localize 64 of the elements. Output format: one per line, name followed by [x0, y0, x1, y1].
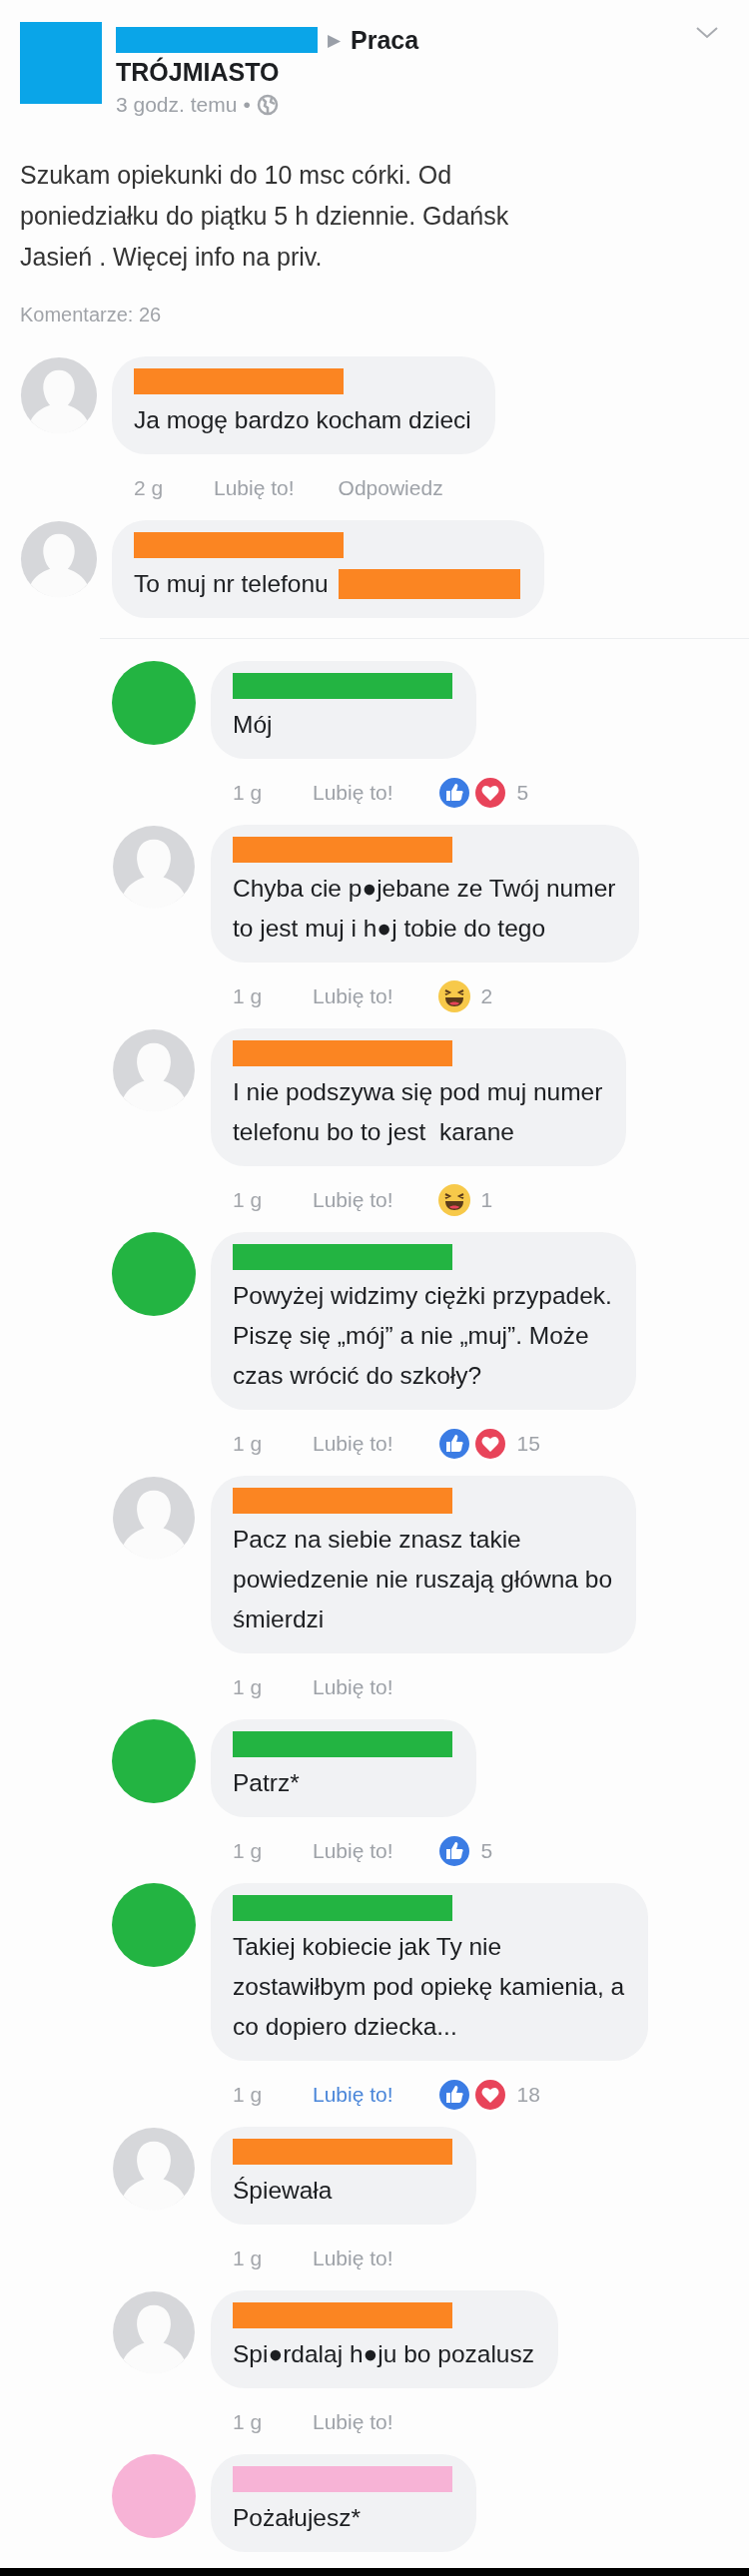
comment-time: 1 g — [233, 2083, 264, 2107]
avatar-icon[interactable] — [112, 825, 196, 909]
reaction-count: 18 — [516, 2083, 540, 2107]
post-text: Szukam opiekunki do 10 msc córki. Od poniedziałku do piątku 5 h dziennie. Gdańsk Jasień . Więcej info na priv. — [20, 160, 510, 273]
post-time: 3 godz. temu — [116, 93, 238, 117]
location-name: TRÓJMIASTO — [116, 58, 281, 87]
comment-text: I nie podszywa się pod muj numer telefonu bo to jest karane — [233, 1077, 603, 1147]
arrow-glyph: ▶ — [328, 29, 341, 51]
like-link[interactable]: Lubię to! — [214, 476, 295, 500]
like-link[interactable]: Lubię to! — [313, 1432, 393, 1456]
avatar-icon[interactable] — [20, 520, 98, 598]
laughing-face-icon[interactable] — [436, 1183, 471, 1217]
like-link[interactable]: Lubię to! — [313, 781, 393, 805]
avatar-icon[interactable] — [112, 1028, 196, 1112]
like-link[interactable]: Lubię to! — [313, 2083, 393, 2107]
comment-time: 1 g — [233, 984, 264, 1008]
like-reaction-icon[interactable] — [436, 1427, 471, 1461]
comment-text: Spi●rdalaj h●ju bo pozalusz — [233, 2339, 534, 2369]
heart-reaction-icon[interactable] — [472, 1427, 507, 1461]
like-reaction-icon[interactable] — [436, 776, 471, 810]
avatar-icon[interactable] — [20, 356, 98, 434]
comment-count[interactable]: Komentarze: 26 — [20, 304, 729, 326]
like-link[interactable]: Lubię to! — [313, 1188, 393, 1212]
avatar-icon[interactable] — [112, 2290, 196, 2374]
like-link[interactable]: Lubię to! — [313, 984, 393, 1008]
heart-reaction-icon[interactable] — [472, 2078, 507, 2112]
avatar-icon[interactable] — [112, 1476, 196, 1560]
comment-text: Pacz na siebie znasz takie powiedzenie nie ruszają główna bo śmierdzi — [233, 1525, 612, 1634]
like-link[interactable]: Lubię to! — [313, 2410, 393, 2434]
comment-time: 1 g — [233, 1675, 264, 1699]
comment-text: Mój — [233, 710, 273, 740]
avatar-icon[interactable] — [112, 2127, 196, 2211]
like-reaction-icon[interactable] — [436, 2078, 471, 2112]
comment-text: To muj nr telefonu — [134, 569, 329, 599]
comment-text: Ja mogę bardzo kocham dzieci — [134, 405, 471, 435]
comment-time: 1 g — [233, 2247, 264, 2270]
globe-icon — [256, 94, 279, 116]
comment-time: 1 g — [233, 2410, 264, 2434]
comment-time: 1 g — [233, 1432, 264, 1456]
comment-time: 1 g — [233, 1188, 264, 1212]
comment-text: Patrz* — [233, 1768, 300, 1798]
like-link[interactable]: Lubię to! — [313, 1675, 393, 1699]
heart-reaction-icon[interactable] — [472, 776, 507, 810]
comment-text: Takiej kobiecie jak Ty nie zostawiłbym pod opiekę kamienia, a co dopiero dziecka... — [233, 1932, 625, 2042]
reply-link[interactable]: Odpowiedz — [338, 476, 443, 500]
comment-text: Powyżej widzimy ciężki przypadek. Piszę się „mój” a nie „muj”. Może czas wrócić do szkoły? — [233, 1281, 612, 1391]
reaction-count: 1 — [480, 1188, 493, 1212]
like-link[interactable]: Lubię to! — [313, 2247, 393, 2270]
comment-time: 1 g — [233, 781, 264, 805]
comment-text: Śpiewała — [233, 2176, 333, 2206]
reaction-count: 2 — [480, 984, 493, 1008]
comment-time: 2 g — [134, 476, 165, 500]
reaction-count: 5 — [516, 781, 529, 805]
chevron-down-icon[interactable] — [695, 26, 719, 40]
comment-text: Chyba cie p●jebane ze Twój numer to jest muj i h●j tobie do tego — [233, 874, 616, 944]
comment-time: 1 g — [233, 1839, 264, 1863]
group-name[interactable]: Praca — [351, 25, 419, 55]
separator-dot: • — [243, 93, 251, 117]
laughing-face-icon[interactable] — [436, 979, 471, 1013]
like-reaction-icon[interactable] — [436, 1834, 471, 1868]
reaction-count: 5 — [480, 1839, 493, 1863]
like-link[interactable]: Lubię to! — [313, 1839, 393, 1863]
reaction-count: 15 — [516, 1432, 540, 1456]
comment-text: Pożałujesz* — [233, 2503, 361, 2533]
